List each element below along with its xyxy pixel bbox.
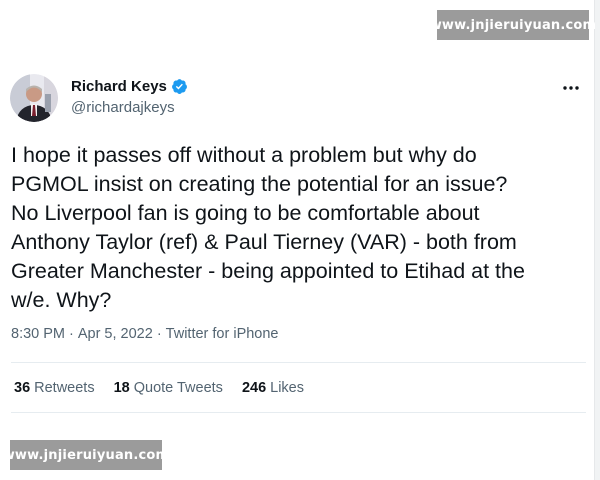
tweet-meta: 8:30 PM · Apr 5, 2022 · Twitter for iPho… (11, 326, 279, 342)
quote-tweets-label: Quote Tweets (133, 380, 223, 396)
author-name[interactable]: Richard Keys (71, 78, 167, 95)
page-edge (594, 0, 600, 480)
avatar[interactable] (10, 74, 58, 122)
meta-separator: · (156, 326, 162, 342)
tweet-date[interactable]: Apr 5, 2022 (78, 326, 153, 342)
meta-separator: · (69, 326, 74, 342)
likes-label: Likes (270, 380, 304, 396)
quote-tweets-count: 18 (113, 380, 130, 396)
tweet-source[interactable]: Twitter for iPhone (166, 326, 279, 342)
retweets-stat[interactable]: 36 Retweets (14, 380, 95, 396)
retweets-count: 36 (14, 380, 31, 396)
likes-stat[interactable]: 246 Likes (242, 380, 304, 396)
more-options-button[interactable] (561, 78, 581, 98)
more-options-icon (563, 86, 579, 90)
retweets-label: Retweets (34, 380, 95, 396)
avatar-image (10, 74, 58, 122)
tweet-stats: 36 Retweets 18 Quote Tweets 246 Likes (14, 380, 304, 396)
verified-badge-icon (171, 78, 188, 95)
tweet-time[interactable]: 8:30 PM (11, 326, 65, 342)
divider (11, 412, 586, 413)
author-handle[interactable]: @richardajkeys (71, 99, 175, 116)
quote-tweets-stat[interactable]: 18 Quote Tweets (114, 380, 223, 396)
divider (11, 362, 586, 363)
watermark-top: www.jnjieruiyuan.com (430, 10, 596, 40)
watermark-bottom: www.jnjieruiyuan.com (3, 440, 169, 470)
author-name-row[interactable]: Richard Keys (71, 78, 188, 95)
tweet-text: I hope it passes off without a problem b… (11, 143, 525, 312)
likes-count: 246 (241, 380, 267, 396)
